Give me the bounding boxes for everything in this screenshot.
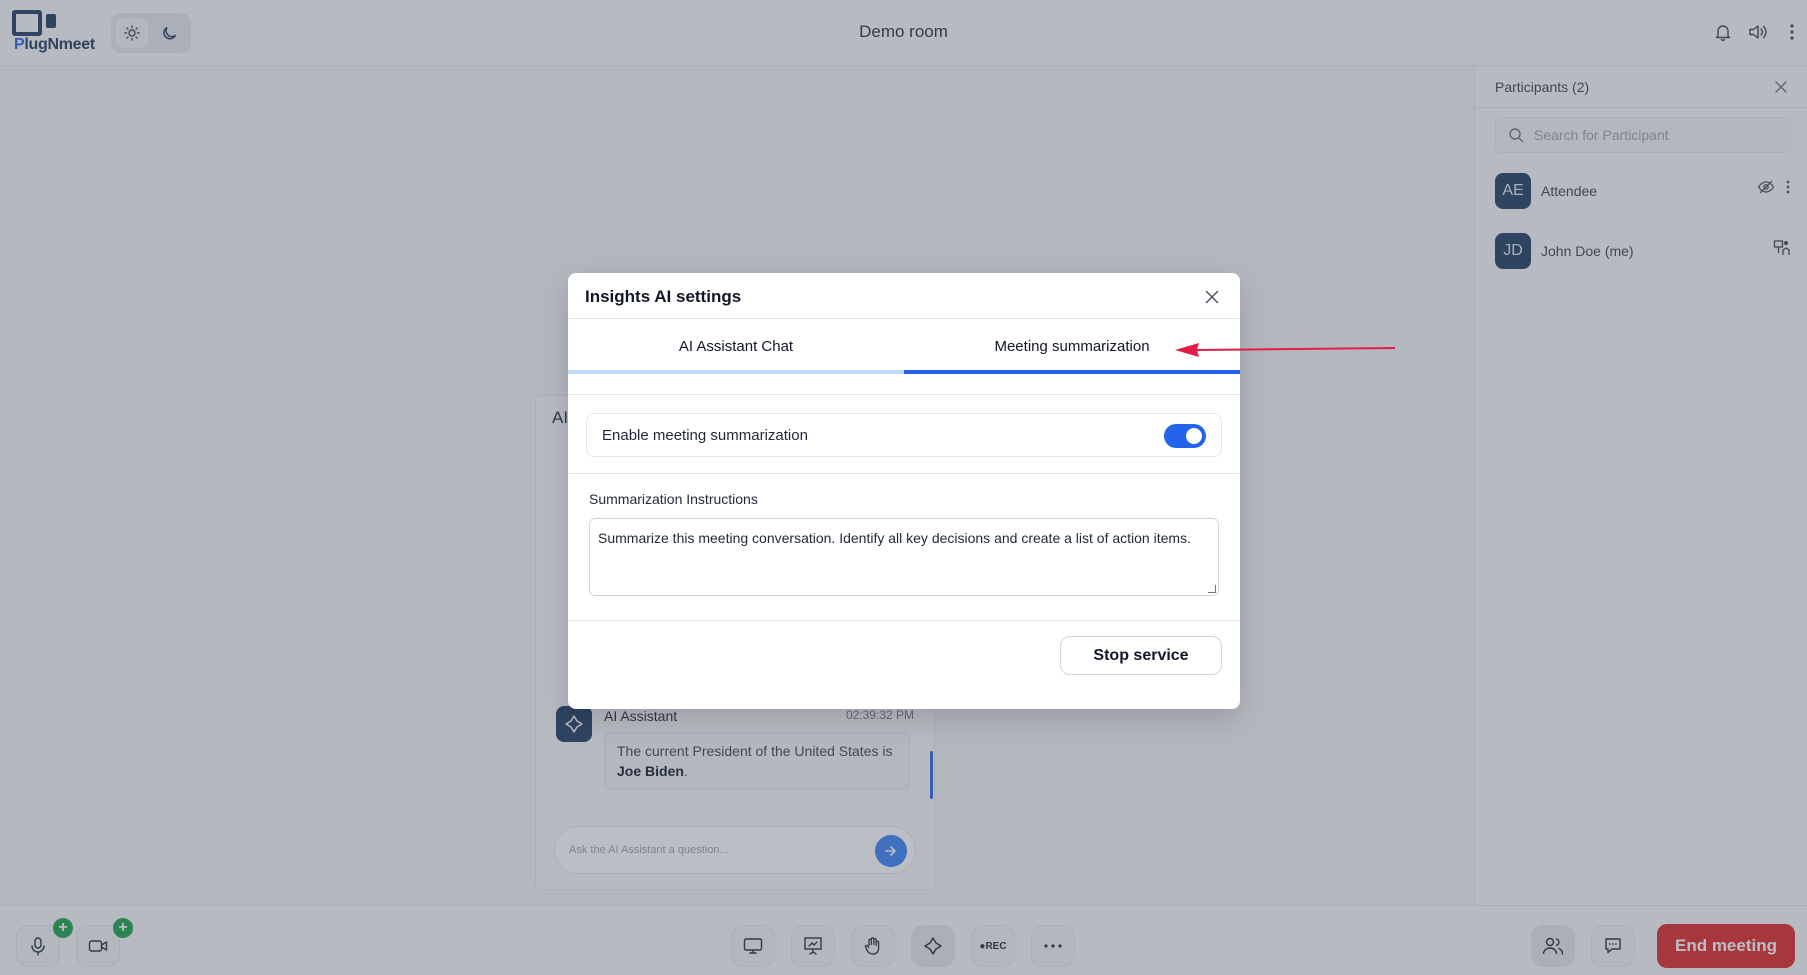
annotation-arrow <box>1175 343 1395 357</box>
tab-content-divider <box>568 394 1240 395</box>
tab-indicator-active <box>904 370 1240 374</box>
tab-ai-assistant-chat[interactable]: AI Assistant Chat <box>568 319 904 373</box>
summarization-instructions-value: Summarize this meeting conversation. Ide… <box>598 530 1191 546</box>
summarization-instructions-label: Summarization Instructions <box>589 491 758 507</box>
enable-summarization-label: Enable meeting summarization <box>602 426 808 444</box>
enable-summarization-toggle[interactable] <box>1164 424 1206 448</box>
modal-title: Insights AI settings <box>585 287 742 306</box>
footer-divider <box>568 620 1240 621</box>
insights-ai-settings-modal: Insights AI settings AI Assistant Chat M… <box>568 273 1240 709</box>
resize-handle[interactable] <box>1208 585 1216 593</box>
summarization-instructions-textarea[interactable]: Summarize this meeting conversation. Ide… <box>589 518 1219 596</box>
settings-divider <box>568 473 1240 474</box>
tab-indicator-inactive <box>568 370 904 374</box>
toggle-knob <box>1186 428 1202 444</box>
enable-summarization-setting: Enable meeting summarization <box>586 413 1222 457</box>
stop-service-button[interactable]: Stop service <box>1060 636 1222 675</box>
close-icon[interactable] <box>1200 285 1224 309</box>
